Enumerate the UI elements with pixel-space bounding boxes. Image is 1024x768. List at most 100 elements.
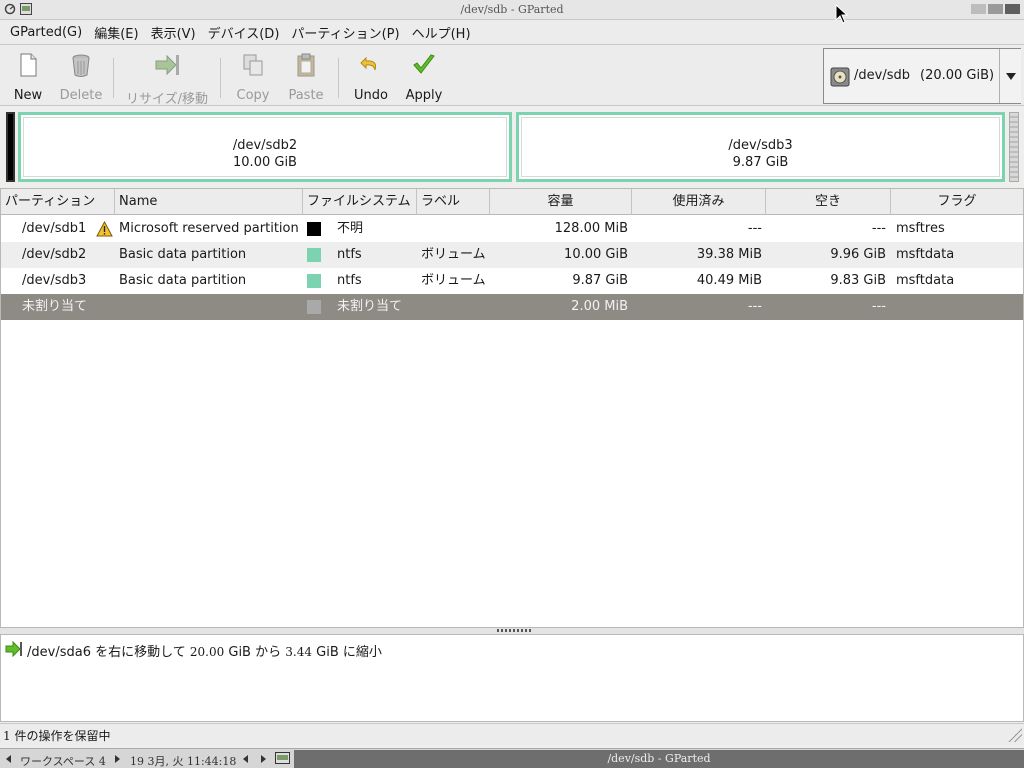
table-header: パーティション Name ファイルシステム ラベル 容量 使用済み 空き フラグ bbox=[1, 189, 1023, 215]
cell-name: Microsoft reserved partition bbox=[119, 221, 299, 236]
disk-map-sdb1[interactable] bbox=[6, 112, 15, 182]
mouse-cursor-icon bbox=[835, 4, 849, 24]
warning-icon bbox=[96, 221, 113, 237]
column-header-partition[interactable]: パーティション bbox=[1, 189, 115, 215]
disk-map-partition-name: /dev/sdb2 bbox=[232, 138, 298, 153]
toolbar-separator bbox=[220, 58, 221, 98]
filesystem-color-swatch bbox=[307, 300, 321, 314]
cell-filesystem: ntfs bbox=[337, 247, 362, 262]
gparted-task-icon[interactable] bbox=[275, 752, 290, 764]
chevron-down-icon bbox=[1006, 73, 1016, 80]
cell-unused: 9.83 GiB bbox=[830, 273, 886, 288]
apply-button[interactable]: Apply bbox=[400, 50, 448, 103]
undo-button[interactable]: Undo bbox=[348, 50, 394, 103]
maximize-button[interactable] bbox=[988, 4, 1003, 14]
operation-device: /dev/sda6 bbox=[27, 645, 91, 660]
paste-label: Paste bbox=[288, 88, 324, 103]
operation-from-value: 20.00 bbox=[189, 645, 225, 659]
table-row[interactable]: /dev/sdb1 Microsoft reserved partition 不… bbox=[1, 216, 1023, 242]
resize-move-button[interactable]: リサイズ/移動 bbox=[122, 50, 212, 107]
minimize-button[interactable] bbox=[971, 4, 986, 14]
new-label: New bbox=[13, 88, 43, 103]
window-controls bbox=[971, 4, 1020, 14]
close-button[interactable] bbox=[1005, 4, 1020, 14]
delete-button[interactable]: Delete bbox=[56, 50, 106, 103]
new-document-icon bbox=[20, 53, 37, 77]
column-header-flags[interactable]: フラグ bbox=[891, 189, 1023, 215]
cell-name: Basic data partition bbox=[119, 273, 247, 288]
cell-unused: --- bbox=[871, 299, 886, 314]
workspace-prev-icon[interactable] bbox=[6, 755, 11, 763]
table-row[interactable]: /dev/sdb3 Basic data partition ntfs ボリュー… bbox=[1, 268, 1023, 294]
table-row[interactable]: /dev/sdb2 Basic data partition ntfs ボリュー… bbox=[1, 242, 1023, 268]
operation-text: から bbox=[255, 645, 282, 660]
menu-device[interactable]: デバイス(D) bbox=[202, 23, 286, 42]
delete-label: Delete bbox=[59, 88, 103, 103]
undo-icon bbox=[360, 56, 377, 71]
pending-operations-status: 1 件の操作を保留中 bbox=[3, 729, 111, 743]
paste-icon bbox=[297, 53, 315, 77]
menu-help[interactable]: ヘルプ(H) bbox=[406, 23, 477, 42]
cell-label: ボリューム bbox=[421, 273, 486, 288]
cell-partition: /dev/sdb1 bbox=[22, 221, 87, 236]
disk-map-partition-sdb3[interactable]: /dev/sdb3 9.87 GiB bbox=[516, 112, 1005, 182]
toolbar-separator bbox=[113, 58, 114, 98]
workspace-label: ワークスペース 4 bbox=[20, 755, 106, 768]
menu-partition[interactable]: パーティション(P) bbox=[285, 23, 405, 42]
cell-used: 39.38 MiB bbox=[696, 247, 762, 262]
copy-button[interactable]: Copy bbox=[230, 50, 276, 103]
cell-size: 9.87 GiB bbox=[572, 273, 628, 288]
column-header-used[interactable]: 使用済み bbox=[632, 189, 766, 215]
device-selector[interactable]: /dev/sdb (20.00 GiB) bbox=[823, 48, 1021, 104]
cell-flags: msftres bbox=[896, 221, 945, 236]
cell-used: --- bbox=[747, 221, 762, 236]
cell-used: 40.49 MiB bbox=[696, 273, 762, 288]
cell-flags: msftdata bbox=[896, 273, 955, 288]
status-bar: 1 件の操作を保留中 bbox=[0, 723, 1024, 745]
partition-table: パーティション Name ファイルシステム ラベル 容量 使用済み 空き フラグ… bbox=[0, 188, 1024, 628]
device-size: (20.00 GiB) bbox=[920, 68, 995, 83]
disk-map-unallocated[interactable] bbox=[1009, 112, 1019, 182]
cell-used: --- bbox=[747, 299, 762, 314]
operation-unit: GiB bbox=[316, 645, 339, 660]
filesystem-color-swatch bbox=[307, 274, 321, 288]
task-next-icon[interactable] bbox=[261, 755, 266, 763]
disk-map-partition-size: 9.87 GiB bbox=[732, 155, 789, 170]
cell-label: ボリューム bbox=[421, 247, 486, 262]
cell-size: 2.00 MiB bbox=[571, 299, 628, 314]
disk-map-partition-name: /dev/sdb3 bbox=[728, 138, 793, 153]
workspace-next-icon[interactable] bbox=[115, 755, 120, 763]
cell-size: 128.00 MiB bbox=[554, 221, 628, 236]
menu-view[interactable]: 表示(V) bbox=[145, 23, 202, 42]
column-header-name[interactable]: Name bbox=[115, 189, 303, 215]
disk-map-partition-sdb2[interactable]: /dev/sdb2 10.00 GiB bbox=[18, 112, 512, 182]
column-header-size[interactable]: 容量 bbox=[490, 189, 632, 215]
filesystem-color-swatch bbox=[307, 248, 321, 262]
checkmark-icon bbox=[413, 54, 435, 74]
resize-grip-icon[interactable] bbox=[1008, 728, 1022, 742]
cell-partition: /dev/sdb2 bbox=[22, 247, 87, 262]
operation-item[interactable]: /dev/sda6 を右に移動して 20.00 GiB から 3.44 GiB … bbox=[27, 641, 382, 660]
taskbar: ワークスペース 4 19 3月, 火 11:44:18 /dev/sdb - G… bbox=[0, 748, 1024, 768]
column-header-unused[interactable]: 空き bbox=[766, 189, 891, 215]
resize-move-icon bbox=[5, 641, 22, 657]
menu-edit[interactable]: 編集(E) bbox=[88, 23, 144, 42]
taskbar-window-button[interactable]: /dev/sdb - GParted bbox=[294, 750, 1024, 768]
task-prev-icon[interactable] bbox=[243, 755, 248, 763]
undo-label: Undo bbox=[354, 88, 388, 103]
title-bar: /dev/sdb - GParted bbox=[0, 0, 1024, 20]
column-header-label[interactable]: ラベル bbox=[417, 189, 490, 215]
cell-unused: --- bbox=[871, 221, 886, 236]
column-header-filesystem[interactable]: ファイルシステム bbox=[303, 189, 417, 215]
table-row-selected[interactable]: 未割り当て 未割り当て 2.00 MiB --- --- bbox=[1, 294, 1023, 320]
copy-label: Copy bbox=[236, 88, 270, 103]
pending-operations-pane: /dev/sda6 を右に移動して 20.00 GiB から 3.44 GiB … bbox=[0, 634, 1024, 722]
device-dropdown-arrow[interactable] bbox=[999, 49, 1021, 103]
menu-gparted[interactable]: GParted(G) bbox=[4, 25, 88, 40]
splitter-grip[interactable] bbox=[497, 629, 531, 632]
copy-icon bbox=[243, 54, 263, 76]
new-button[interactable]: New bbox=[6, 50, 50, 103]
apply-label: Apply bbox=[405, 88, 443, 103]
clock: 19 3月, 火 11:44:18 bbox=[130, 755, 237, 768]
paste-button[interactable]: Paste bbox=[283, 50, 329, 103]
